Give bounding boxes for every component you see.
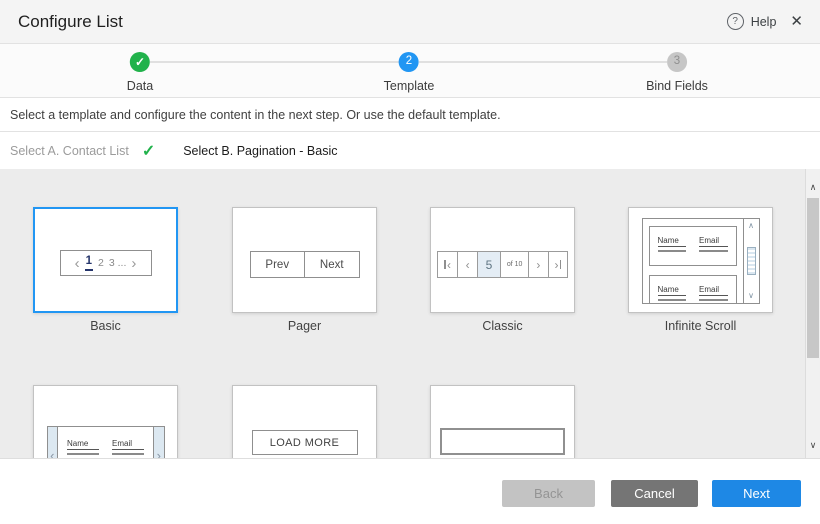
pager-preview: Prev Next: [250, 251, 360, 278]
cancel-button[interactable]: Cancel: [611, 480, 698, 507]
email-field: Email: [699, 285, 728, 303]
help-button[interactable]: ? Help: [727, 13, 777, 30]
name-field: Name: [67, 439, 99, 458]
list-preview: Name Email Name: [643, 219, 743, 303]
select-a-label[interactable]: Select A. Contact List: [10, 144, 129, 158]
field-line: [658, 299, 687, 301]
step-number: 2: [399, 52, 419, 72]
list-item: Name Email: [649, 226, 737, 266]
chevron-left-icon: ‹: [75, 256, 80, 271]
dialog-footer: Back Cancel Next: [0, 458, 820, 524]
selection-bar: Select A. Contact List ✓ Select B. Pagin…: [0, 133, 820, 169]
edge-bar: [560, 260, 562, 269]
carousel-preview: ‹ Name Email ›: [47, 426, 165, 458]
gallery-scrollbar[interactable]: ∧ ∨: [805, 169, 820, 458]
step-label: Template: [384, 79, 435, 93]
scroll-down-icon[interactable]: ∨: [806, 441, 820, 450]
wizard-stepper: ✓ Data 2 Template 3 Bind Fields: [0, 44, 820, 98]
stepper-connector: [150, 61, 399, 63]
step-complete-icon: ✓: [130, 52, 150, 72]
template-gallery: ‹ 1 2 3 ... › Basic Prev Next Pager ‹: [0, 169, 820, 458]
scroll-up-icon[interactable]: ∧: [806, 183, 820, 192]
next-button-preview: Next: [304, 252, 359, 277]
page-title: Configure List: [18, 12, 123, 32]
template-label-pager: Pager: [232, 319, 377, 333]
current-page-cell: 5: [477, 252, 500, 277]
chevron-right-icon: ›: [153, 426, 165, 458]
header-actions: ? Help ✕: [727, 13, 803, 30]
step-label: Data: [127, 79, 153, 93]
list-item: Name Email: [649, 275, 737, 303]
classic-pagination-preview: ‹ ‹ 5 of 10 › ›: [437, 251, 568, 278]
name-field: Name: [658, 236, 687, 265]
template-label-infinite-scroll: Infinite Scroll: [628, 319, 773, 333]
step-label: Bind Fields: [646, 79, 708, 93]
template-card-basic[interactable]: ‹ 1 2 3 ... ›: [33, 207, 178, 313]
stepper-connector: [419, 61, 667, 63]
last-page-icon: ›: [548, 252, 567, 277]
input-box-preview: [440, 428, 565, 455]
dialog-header: Configure List ? Help ✕: [0, 0, 820, 44]
step-number: 3: [667, 52, 687, 72]
basic-pagination-preview: ‹ 1 2 3 ... ›: [60, 250, 152, 276]
page-number: 2: [98, 257, 104, 269]
back-button[interactable]: Back: [502, 480, 595, 507]
email-field: Email: [699, 236, 728, 265]
mini-scrollbar: ∧ ∨: [743, 219, 759, 303]
first-page-icon: ‹: [438, 252, 457, 277]
help-label: Help: [751, 15, 777, 29]
page-number: 3 ...: [109, 257, 127, 269]
page-total-cell: of 10: [500, 252, 528, 277]
scrollbar-thumb[interactable]: [807, 198, 819, 358]
field-line: [699, 299, 728, 301]
current-page: 1: [85, 255, 93, 271]
mini-scrollbar-thumb: [747, 247, 756, 275]
next-button[interactable]: Next: [712, 480, 801, 507]
field-line: [699, 250, 728, 252]
template-card-infinite-scroll[interactable]: Name Email Name: [628, 207, 773, 313]
chevron-right-icon: ›: [131, 256, 136, 271]
field-line: [658, 250, 687, 252]
infinite-scroll-preview: Name Email Name: [642, 218, 760, 304]
prev-page-icon: ‹: [457, 252, 476, 277]
select-b-label[interactable]: Select B. Pagination - Basic: [183, 144, 337, 158]
name-field: Name: [658, 285, 687, 303]
template-card-input[interactable]: [430, 385, 575, 458]
instruction-text: Select a template and configure the cont…: [10, 108, 501, 122]
prev-button-preview: Prev: [251, 252, 305, 277]
chevron-down-icon: ∨: [748, 292, 754, 300]
template-card-classic[interactable]: ‹ ‹ 5 of 10 › ›: [430, 207, 575, 313]
template-card-pager[interactable]: Prev Next: [232, 207, 377, 313]
step-template[interactable]: 2 Template: [384, 52, 435, 93]
chevron-left-icon: ‹: [47, 426, 59, 458]
check-icon: ✓: [142, 141, 155, 161]
template-label-classic: Classic: [430, 319, 575, 333]
close-icon[interactable]: ✕: [790, 14, 803, 29]
field-line: [67, 453, 99, 455]
step-bind-fields[interactable]: 3 Bind Fields: [646, 52, 708, 93]
email-field: Email: [112, 439, 144, 458]
template-label-basic: Basic: [33, 319, 178, 333]
next-page-icon: ›: [528, 252, 547, 277]
edge-bar: [444, 260, 446, 269]
step-data[interactable]: ✓ Data: [127, 52, 153, 93]
template-card-carousel[interactable]: ‹ Name Email ›: [33, 385, 178, 458]
template-card-load-more[interactable]: LOAD MORE: [232, 385, 377, 458]
chevron-up-icon: ∧: [748, 222, 754, 230]
load-more-button-preview: LOAD MORE: [252, 430, 358, 455]
instruction-bar: Select a template and configure the cont…: [0, 98, 820, 132]
field-line: [112, 453, 144, 455]
configure-list-dialog: Configure List ? Help ✕ ✓ Data 2 Templat…: [0, 0, 820, 524]
list-item: Name Email: [58, 426, 153, 458]
help-icon: ?: [727, 13, 744, 30]
